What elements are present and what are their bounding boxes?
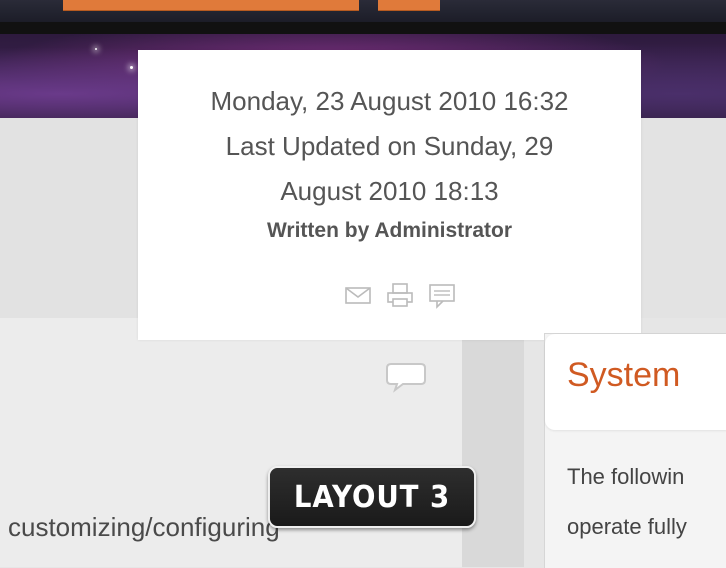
article-info-card: Monday, 23 August 2010 16:32 Last Update… bbox=[138, 50, 641, 340]
module-header: System bbox=[545, 334, 726, 430]
top-navigation-bar bbox=[0, 0, 726, 22]
nav-tab-active[interactable] bbox=[63, 0, 359, 11]
modified-date-line2: August 2010 18:13 bbox=[280, 176, 499, 206]
print-icon[interactable] bbox=[385, 282, 415, 313]
modified-date-line1: Last Updated on Sunday, 29 bbox=[225, 131, 554, 161]
email-icon[interactable] bbox=[343, 282, 373, 313]
created-date: Monday, 23 August 2010 16:32 bbox=[210, 86, 569, 116]
left-column bbox=[0, 118, 138, 318]
column-gutter bbox=[462, 318, 524, 567]
system-module: System The followin operate fully bbox=[544, 333, 726, 568]
article-actions bbox=[343, 282, 473, 312]
author-line: Written by Administrator bbox=[266, 219, 513, 242]
sparkle-decoration bbox=[95, 48, 97, 50]
layout-badge: LAYOUT 3 bbox=[268, 466, 476, 528]
module-text-line1: The followin bbox=[567, 464, 685, 489]
comment-icon[interactable] bbox=[427, 282, 457, 315]
sparkle-decoration bbox=[130, 66, 133, 69]
article-text: customizing/configuring bbox=[8, 512, 280, 542]
nav-divider bbox=[0, 22, 726, 34]
module-title: System bbox=[567, 356, 681, 394]
module-text-line2: operate fully bbox=[567, 514, 687, 539]
comment-bubble-icon[interactable] bbox=[383, 359, 431, 395]
nav-tab[interactable] bbox=[378, 0, 440, 11]
right-column-top bbox=[641, 118, 726, 318]
